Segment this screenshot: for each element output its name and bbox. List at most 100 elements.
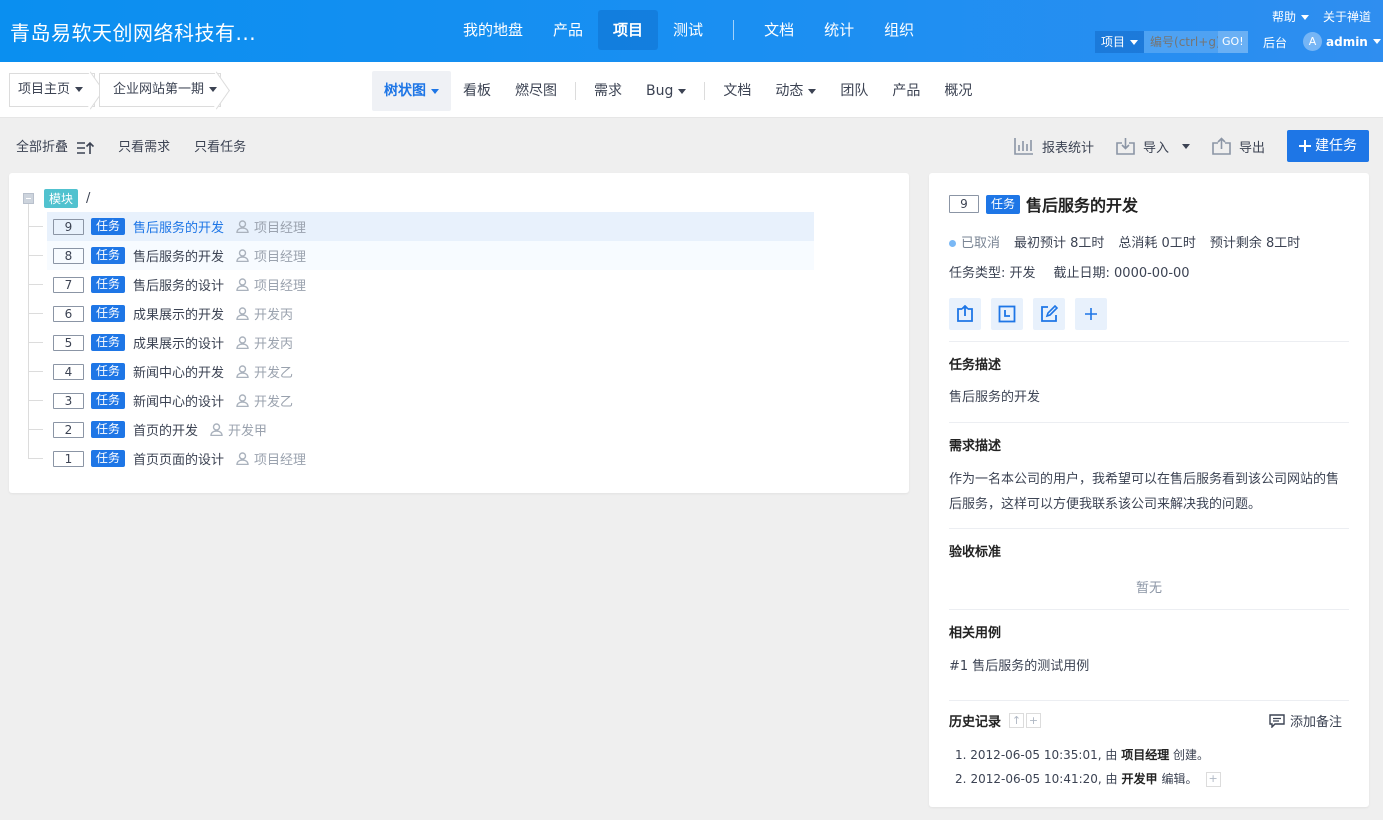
chevron-down-icon	[678, 88, 687, 94]
tree-connector	[29, 313, 43, 314]
about-link[interactable]: 关于禅道	[1323, 8, 1371, 25]
tree-connector	[29, 342, 43, 343]
expand-all-icon[interactable]: +	[1026, 713, 1042, 728]
user-icon	[236, 452, 249, 465]
tab-overview[interactable]: 概况	[932, 71, 984, 111]
tab-tree[interactable]: 树状图	[372, 71, 451, 111]
history-action: 编辑。	[1161, 772, 1198, 786]
breadcrumb-project-home[interactable]: 项目主页	[9, 73, 95, 107]
tab-product[interactable]: 产品	[880, 71, 932, 111]
expand-icon[interactable]: +	[1205, 771, 1221, 787]
tree-row[interactable]: 3 任务 新闻中心的设计 开发乙	[29, 386, 814, 415]
task-name[interactable]: 成果展示的开发	[133, 304, 224, 323]
assignee-name: 项目经理	[254, 221, 307, 236]
assignee-name: 开发甲	[228, 424, 268, 439]
tab-kanban[interactable]: 看板	[451, 71, 503, 111]
create-task-button[interactable]: 建任务	[1287, 130, 1369, 162]
tree-row[interactable]: 9 任务 售后服务的开发 项目经理	[29, 212, 814, 241]
search-input[interactable]	[1144, 31, 1219, 53]
estimate: 最初预计 8工时	[1014, 236, 1105, 251]
task-tag: 任务	[91, 392, 126, 409]
search-type-label: 项目	[1101, 35, 1126, 49]
task-name[interactable]: 首页页面的设计	[133, 449, 224, 468]
help-menu[interactable]: 帮助	[1272, 8, 1309, 25]
tree-row[interactable]: 7 任务 售后服务的设计 项目经理	[29, 270, 814, 299]
tree-connector	[29, 400, 43, 401]
add-note-button[interactable]: 添加备注	[1269, 711, 1342, 730]
sort-up-icon[interactable]: ↑	[1009, 713, 1025, 728]
export-icon	[957, 305, 973, 322]
tree-row[interactable]: 8 任务 售后服务的开发 项目经理	[29, 241, 814, 270]
task-name[interactable]: 新闻中心的设计	[133, 391, 224, 410]
add-note-label: 添加备注	[1289, 715, 1342, 730]
divider	[949, 700, 1349, 701]
task-name[interactable]: 售后服务的设计	[133, 275, 224, 294]
plus-icon	[1085, 308, 1097, 320]
chevron-down-icon	[1181, 143, 1190, 149]
remaining: 预计剩余 8工时	[1209, 236, 1301, 251]
divider	[949, 341, 1349, 342]
tab-story[interactable]: 需求	[582, 71, 634, 111]
task-id: 2	[53, 421, 84, 438]
task-name[interactable]: 售后服务的开发	[133, 246, 224, 265]
nav-qa[interactable]: 测试	[658, 10, 718, 50]
plus-icon	[1299, 140, 1311, 152]
user-menu[interactable]: A admin	[1303, 32, 1381, 51]
nav-company[interactable]: 组织	[869, 10, 929, 50]
tab-doc[interactable]: 文档	[711, 71, 763, 111]
page-actions: 报表统计 导入 导出 建任务	[1014, 130, 1369, 162]
report-button[interactable]: 报表统计	[1014, 137, 1094, 156]
task-type: 任务类型: 开发	[949, 266, 1036, 281]
collapse-toggle-icon[interactable]	[23, 193, 34, 204]
collapse-all-button[interactable]: 全部折叠	[16, 136, 95, 155]
section-heading: 任务描述	[949, 358, 1002, 373]
tree-row[interactable]: 1 任务 首页页面的设计 项目经理	[29, 444, 814, 473]
task-name[interactable]: 售后服务的开发	[133, 217, 224, 236]
import-label: 导入	[1142, 140, 1169, 156]
task-name[interactable]: 首页的开发	[133, 420, 198, 439]
backend-link[interactable]: 后台	[1263, 34, 1287, 51]
tree-row[interactable]: 6 任务 成果展示的开发 开发丙	[29, 299, 814, 328]
tab-burndown[interactable]: 燃尽图	[503, 71, 569, 111]
add-button[interactable]	[1075, 298, 1107, 330]
help-label: 帮助	[1271, 10, 1296, 24]
assignee: 开发甲	[210, 420, 267, 439]
breadcrumb-project[interactable]: 企业网站第一期	[99, 73, 221, 107]
only-task-button[interactable]: 只看任务	[194, 136, 246, 155]
chevron-down-icon	[1372, 39, 1381, 44]
search-go-button[interactable]: GO!	[1218, 31, 1248, 53]
tab-team[interactable]: 团队	[828, 71, 880, 111]
task-name[interactable]: 成果展示的设计	[133, 333, 224, 352]
edit-button[interactable]	[1033, 298, 1065, 330]
related-case-link[interactable]: #1 售后服务的测试用例	[949, 654, 1349, 679]
nav-product[interactable]: 产品	[538, 10, 598, 50]
nav-project[interactable]: 项目	[598, 10, 659, 50]
assignee: 开发乙	[236, 362, 293, 381]
collapse-all-label: 全部折叠	[16, 140, 69, 155]
only-story-button[interactable]: 只看需求	[118, 136, 170, 155]
nav-doc[interactable]: 文档	[749, 10, 809, 50]
company-name[interactable]: 青岛易软天创网络科技有...	[10, 17, 256, 46]
import-button[interactable]: 导入	[1116, 137, 1190, 156]
nav-my[interactable]: 我的地盘	[448, 10, 538, 50]
detail-meta: 已取消 最初预计 8工时 总消耗 0工时 预计剩余 8工时	[949, 232, 1300, 251]
task-id: 4	[53, 363, 84, 380]
search-type-select[interactable]: 项目	[1095, 31, 1145, 53]
nav-report[interactable]: 统计	[809, 10, 869, 50]
tree-row[interactable]: 2 任务 首页的开发 开发甲	[29, 415, 814, 444]
export-button[interactable]: 导出	[1212, 137, 1265, 156]
tree-row[interactable]: 5 任务 成果展示的设计 开发丙	[29, 328, 814, 357]
task-name[interactable]: 新闻中心的开发	[133, 362, 224, 381]
tab-bug[interactable]: Bug	[634, 71, 698, 111]
tree-row[interactable]: 4 任务 新闻中心的开发 开发乙	[29, 357, 814, 386]
tab-label: 树状图	[384, 83, 426, 99]
history-time: 2012-06-05 10:35:01, 由	[970, 748, 1118, 762]
tree-connector	[29, 255, 43, 256]
user-icon	[236, 249, 249, 262]
chevron-down-icon	[808, 88, 817, 94]
record-hours-button[interactable]	[991, 298, 1023, 330]
create-task-label: 建任务	[1315, 138, 1357, 154]
start-button[interactable]	[949, 298, 981, 330]
task-id: 6	[53, 305, 84, 322]
tab-dynamic[interactable]: 动态	[763, 71, 828, 111]
